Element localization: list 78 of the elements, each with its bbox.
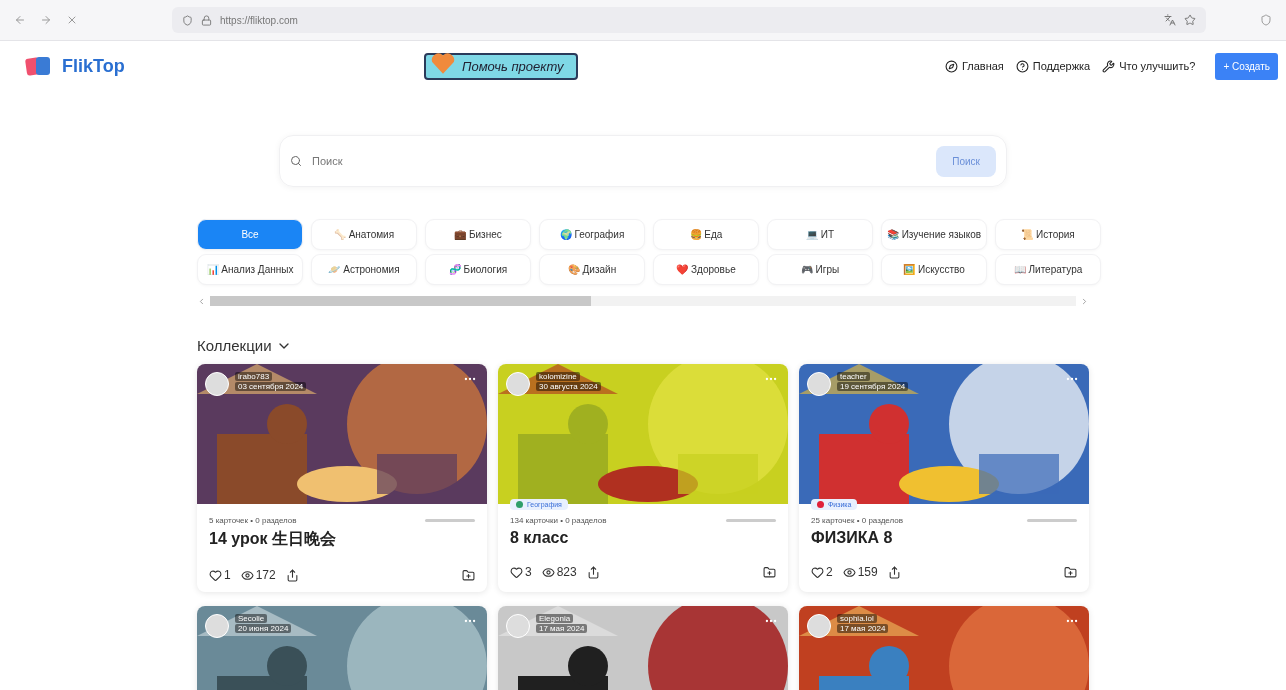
username[interactable]: kolomizine	[536, 372, 580, 381]
folder-icon[interactable]	[763, 565, 776, 579]
card-meta: 134 карточки • 0 разделов	[510, 516, 607, 525]
donate-banner[interactable]: Помочь проекту	[424, 52, 578, 80]
folder-icon[interactable]	[1064, 565, 1077, 579]
nav-link[interactable]: Поддержка	[1015, 59, 1091, 73]
category-chip[interactable]: 🍔 Еда	[653, 219, 759, 250]
card-title: ФИЗИКА 8	[811, 529, 894, 547]
eye-icon	[240, 568, 254, 582]
category-chip[interactable]: ❤ Здоровье	[653, 254, 759, 285]
search-icon	[290, 155, 302, 167]
category-chip[interactable]: 🖼 Искусство	[881, 254, 987, 285]
url-text: https://fliktop.com	[220, 14, 298, 26]
card-meta: 5 карточек • 0 разделов	[209, 516, 297, 525]
logo-icon	[24, 55, 52, 77]
views-count: 823	[556, 565, 577, 579]
collection-card[interactable]: Elegonia 17 мая 2024	[498, 606, 788, 690]
share-icon[interactable]	[586, 565, 600, 579]
category-chip[interactable]: 📚 Изучение языков	[881, 219, 987, 250]
date-text: 30 августа 2024	[536, 382, 601, 391]
address-bar[interactable]: https://fliktop.com	[172, 7, 1206, 33]
category-chip[interactable]: 💼 Бизнес	[425, 219, 531, 250]
heart-icon	[430, 50, 456, 75]
likes-count: 3	[525, 565, 532, 579]
eye-icon	[842, 565, 856, 579]
category-chip[interactable]: 🧬 Биология	[425, 254, 531, 285]
card-title: 14 урок 生日晚会	[209, 529, 337, 549]
date-text: 17 мая 2024	[536, 624, 588, 633]
likes-count: 1	[224, 568, 231, 582]
category-chip[interactable]: 🎮 Игры	[767, 254, 873, 285]
collection-card[interactable]: Secolie 20 июня 2024	[197, 606, 487, 690]
username[interactable]: irabo783	[235, 372, 273, 381]
category-chip[interactable]: 📊 Анализ Данных	[197, 254, 303, 285]
category-chip[interactable]: 🦴 Анатомия	[311, 219, 417, 250]
category-chip[interactable]: 📖 Литература	[995, 254, 1101, 285]
views-count: 159	[857, 565, 878, 579]
category-chip[interactable]: 🪐 Астрономия	[311, 254, 417, 285]
username[interactable]: Elegonia	[536, 614, 574, 623]
username[interactable]: sophia.lol	[837, 614, 877, 623]
card-meta: 25 карточек • 0 разделов	[811, 516, 903, 525]
card-title: 8 класс	[510, 529, 570, 547]
lock-icon	[201, 14, 212, 26]
create-button[interactable]: + Создать	[1215, 52, 1278, 80]
date-text: 20 июня 2024	[235, 624, 292, 633]
scrollbar-track[interactable]	[210, 296, 1076, 306]
username[interactable]: teacher	[837, 372, 870, 381]
section-title[interactable]: Коллекции	[197, 337, 272, 354]
share-icon[interactable]	[285, 568, 299, 582]
heart-icon[interactable]	[811, 565, 824, 579]
star-icon[interactable]	[1184, 14, 1196, 26]
compass-icon	[944, 59, 958, 73]
help-icon	[1015, 59, 1029, 73]
heart-icon[interactable]	[510, 565, 523, 579]
eye-icon	[541, 565, 555, 579]
collection-card[interactable]: sophia.lol 17 мая 2024	[799, 606, 1089, 690]
username[interactable]: Secolie	[235, 614, 268, 623]
shield-icon	[182, 14, 193, 26]
close-icon[interactable]	[66, 14, 78, 26]
likes-count: 2	[826, 565, 833, 579]
nav-link[interactable]: Что улучшить?	[1102, 59, 1196, 73]
date-text: 17 мая 2024	[837, 624, 889, 633]
nav-link[interactable]: Главная	[944, 59, 1004, 73]
collection-card[interactable]: irabo783 03 сентября 2024 5 карточек • 0 разделов 14 урок 生日晚会 1 172	[197, 364, 487, 592]
wrench-icon	[1102, 59, 1116, 73]
translate-icon[interactable]	[1164, 14, 1176, 26]
category-chip[interactable]: 📜 История	[995, 219, 1101, 250]
category-chip[interactable]: Все	[197, 219, 303, 250]
share-icon[interactable]	[887, 565, 901, 579]
category-chip[interactable]: 🎨 Дизайн	[539, 254, 645, 285]
folder-icon[interactable]	[462, 568, 475, 582]
date-text: 03 сентября 2024	[235, 382, 307, 391]
date-text: 19 сентября 2024	[837, 382, 909, 391]
logo-text[interactable]: FlikTop	[62, 55, 125, 77]
scrollbar-thumb[interactable]	[210, 296, 592, 306]
views-count: 172	[255, 568, 276, 582]
heart-icon[interactable]	[209, 568, 222, 582]
category-chip[interactable]: 🌍 География	[539, 219, 645, 250]
category-chip[interactable]: 💻 ИТ	[767, 219, 873, 250]
